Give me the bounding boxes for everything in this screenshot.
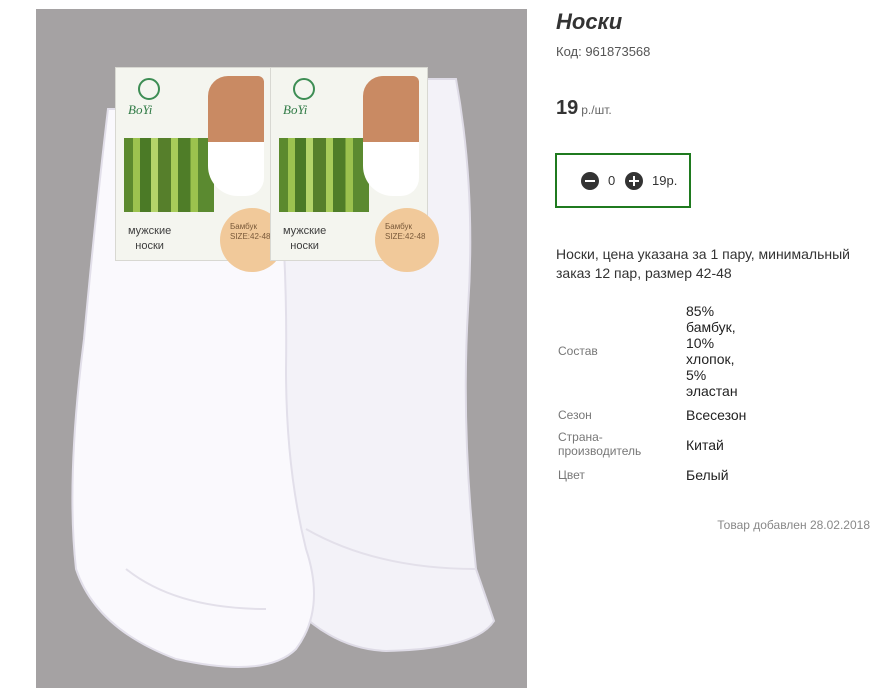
- package-label: BoYi Бамбук SIZE:42-48 мужские носки: [270, 67, 439, 272]
- brand-name: BoYi: [283, 102, 308, 117]
- legs-picture: [363, 76, 419, 196]
- property-label-season: Сезон: [558, 408, 592, 422]
- brand-name: BoYi: [128, 102, 153, 117]
- bamboo-picture: [124, 138, 214, 212]
- plus-icon[interactable]: [625, 172, 643, 190]
- property-value-composition: 85% бамбук, 10% хлопок, 5% эластан: [686, 303, 738, 399]
- property-value-country: Китай: [686, 437, 724, 453]
- bamboo-picture: [279, 138, 369, 212]
- brand-logo-icon: [138, 78, 160, 100]
- size-text: SIZE:42-48: [385, 232, 426, 241]
- added-date: Товар добавлен 28.02.2018: [717, 518, 870, 532]
- product-photo[interactable]: BoYi Бамбук SIZE:42-48 мужские носки BoY…: [36, 9, 527, 688]
- size-tag: Бамбук: [385, 222, 413, 231]
- brand-logo-icon: [293, 78, 315, 100]
- card-line-1: мужские: [283, 225, 327, 237]
- property-value-color: Белый: [686, 467, 729, 483]
- size-badge: Бамбук SIZE:42-48: [375, 208, 439, 272]
- price: 19 р./шт.: [556, 97, 612, 120]
- card-text: мужские носки: [283, 224, 326, 254]
- quantity-stepper: 0 19р.: [555, 153, 691, 208]
- product-title: Носки: [556, 9, 623, 34]
- property-value-season: Всесезон: [686, 407, 747, 423]
- card-line-2: носки: [290, 240, 319, 252]
- property-label-color: Цвет: [558, 468, 585, 482]
- property-label-country: Страна-производитель: [558, 430, 642, 458]
- product-code: Код: 961873568: [556, 44, 651, 59]
- card-line-1: мужские: [128, 225, 172, 237]
- price-value: 19: [556, 97, 579, 119]
- price-unit: р./шт.: [581, 103, 612, 117]
- property-label-composition: Состав: [558, 344, 598, 358]
- card-text: мужские носки: [128, 224, 171, 254]
- minus-icon[interactable]: [581, 172, 599, 190]
- quantity-total: 19р.: [652, 173, 678, 188]
- product-description: Носки, цена указана за 1 пару, минимальн…: [556, 246, 850, 281]
- card-line-2: носки: [135, 240, 164, 252]
- quantity-count: 0: [608, 173, 616, 188]
- package-label: BoYi Бамбук SIZE:42-48 мужские носки: [115, 67, 284, 272]
- legs-picture: [208, 76, 264, 196]
